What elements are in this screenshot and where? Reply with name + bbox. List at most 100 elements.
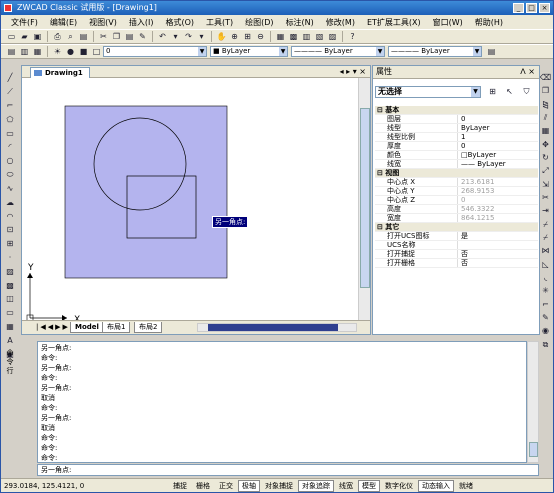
- menu-tools[interactable]: 工具(T): [206, 17, 233, 28]
- layer-manager-icon[interactable]: ▤: [6, 46, 17, 57]
- wipeout-icon[interactable]: ▭: [5, 307, 16, 319]
- rectangle-icon[interactable]: ▭: [5, 127, 16, 139]
- property-row[interactable]: 线型比例 1: [375, 133, 538, 142]
- property-row[interactable]: 厚度 0: [375, 142, 538, 151]
- break-at-point-icon[interactable]: ⌿: [540, 219, 551, 230]
- vertical-scrollbar[interactable]: [358, 78, 370, 320]
- menu-file[interactable]: 文件(F): [11, 17, 38, 28]
- help-icon[interactable]: ?: [347, 31, 358, 42]
- new-file-icon[interactable]: ▭: [6, 31, 17, 42]
- paste-icon[interactable]: ▤: [124, 31, 135, 42]
- property-value[interactable]: —— ByLayer: [458, 160, 538, 168]
- property-row[interactable]: 图层 0: [375, 115, 538, 124]
- scale-icon[interactable]: ⤢: [540, 165, 551, 176]
- undo-icon[interactable]: ↶: [157, 31, 168, 42]
- layout-nav-arrows[interactable]: |◀◀▶▶|: [36, 323, 74, 331]
- properties-match-icon[interactable]: ◉: [540, 325, 551, 336]
- table-icon[interactable]: ▦: [5, 321, 16, 333]
- construction-line-icon[interactable]: ⟋: [5, 86, 16, 98]
- zoom-previous-icon[interactable]: ⊖: [255, 31, 266, 42]
- menu-help[interactable]: 帮助(H): [475, 17, 503, 28]
- erase-icon[interactable]: ⌫: [540, 72, 551, 83]
- explode-icon[interactable]: ✳: [540, 285, 551, 296]
- chevron-down-icon[interactable]: ▼: [376, 47, 384, 56]
- draw-order-icon[interactable]: ⧉: [540, 339, 551, 350]
- property-value[interactable]: 是: [458, 232, 538, 240]
- property-category[interactable]: ⊟ 其它: [375, 223, 538, 232]
- status-toggle-button[interactable]: 对象捕捉: [261, 480, 297, 492]
- close-button[interactable]: ×: [539, 3, 550, 13]
- property-row[interactable]: 打开捕捉否: [375, 250, 538, 259]
- trim-icon[interactable]: ✂: [540, 192, 551, 203]
- properties-icon[interactable]: ▦: [275, 31, 286, 42]
- tab-drawing1[interactable]: Drawing1: [30, 67, 90, 78]
- status-toggle-button[interactable]: 数字化仪: [381, 480, 417, 492]
- region-icon[interactable]: ◫: [5, 293, 16, 305]
- design-center-icon[interactable]: ▩: [288, 31, 299, 42]
- mtext-icon[interactable]: A: [5, 334, 16, 346]
- circle-icon[interactable]: ○: [5, 155, 16, 167]
- menu-window[interactable]: 窗口(W): [433, 17, 463, 28]
- command-input[interactable]: 另一角点:: [37, 464, 539, 476]
- scroll-thumb[interactable]: [360, 108, 370, 288]
- join-icon[interactable]: ⋈: [540, 245, 551, 256]
- property-value[interactable]: ByLayer: [458, 124, 538, 132]
- move-icon[interactable]: ✥: [540, 139, 551, 150]
- match-properties-icon[interactable]: ✎: [137, 31, 148, 42]
- cut-icon[interactable]: ✂: [98, 31, 109, 42]
- chevron-down-icon[interactable]: ▼: [471, 87, 480, 97]
- fillet-icon[interactable]: ◟: [540, 272, 551, 283]
- chamfer-icon[interactable]: ◺: [540, 259, 551, 270]
- ellipse-icon[interactable]: ⬭: [5, 169, 16, 181]
- edit-polyline-icon[interactable]: ⌐: [540, 299, 551, 310]
- chevron-down-icon[interactable]: ▼: [279, 47, 287, 56]
- command-scrollbar[interactable]: [527, 341, 539, 463]
- scroll-thumb[interactable]: [529, 442, 538, 457]
- property-row[interactable]: 中心点 Y 268.9153: [375, 187, 538, 196]
- maximize-button[interactable]: □: [526, 3, 537, 13]
- menu-et-tools[interactable]: ET扩展工具(X): [367, 17, 421, 28]
- status-toggle-button[interactable]: 线宽: [335, 480, 357, 492]
- menu-draw[interactable]: 绘图(D): [245, 17, 273, 28]
- selection-select[interactable]: 无选择 ▼: [375, 86, 481, 98]
- polygon-icon[interactable]: ⬠: [5, 113, 16, 125]
- status-toggle-button[interactable]: 栅格: [192, 480, 214, 492]
- properties-controls[interactable]: ᐱ ×: [520, 66, 535, 78]
- property-value[interactable]: 546.3322: [458, 205, 538, 213]
- color-select[interactable]: ■ ByLayer ▼: [210, 46, 288, 57]
- document-controls[interactable]: ◂ ▸ ▾ ×: [340, 66, 366, 78]
- status-toggle-button[interactable]: 就绪: [455, 480, 477, 492]
- property-value[interactable]: □ByLayer: [458, 151, 538, 159]
- property-value[interactable]: 0: [458, 142, 538, 150]
- spline-icon[interactable]: ∿: [5, 183, 16, 195]
- make-block-icon[interactable]: ⊞: [5, 238, 16, 250]
- break-icon[interactable]: ⌿: [540, 232, 551, 243]
- ellipse-arc-icon[interactable]: ◠: [5, 210, 16, 222]
- property-category[interactable]: ⊟ 视图: [375, 169, 538, 178]
- menu-insert[interactable]: 插入(I): [129, 17, 154, 28]
- property-row[interactable]: 颜色 □ByLayer: [375, 151, 538, 160]
- line-icon[interactable]: ╱: [5, 72, 16, 84]
- tab-model[interactable]: Model: [70, 322, 104, 333]
- tab-layout1[interactable]: 布局1: [102, 322, 131, 333]
- array-icon[interactable]: ▦: [540, 125, 551, 136]
- extend-icon[interactable]: ⇥: [540, 205, 551, 216]
- status-toggle-button[interactable]: 动态输入: [418, 479, 454, 492]
- layer-select[interactable]: 0 ▼: [103, 46, 207, 57]
- property-row[interactable]: 线宽 —— ByLayer: [375, 160, 538, 169]
- status-toggle-button[interactable]: 捕捉: [169, 480, 191, 492]
- status-toggle-button[interactable]: 正交: [215, 480, 237, 492]
- property-value[interactable]: 213.6181: [458, 178, 538, 186]
- layer-previous-icon[interactable]: ▥: [19, 46, 30, 57]
- select-objects-icon[interactable]: ↖: [504, 86, 515, 97]
- pan-icon[interactable]: ✋: [216, 31, 227, 42]
- markup-icon[interactable]: ▨: [327, 31, 338, 42]
- status-toggle-button[interactable]: 模型: [358, 479, 380, 492]
- scroll-thumb[interactable]: [208, 324, 338, 331]
- status-toggle-button[interactable]: 极轴: [238, 479, 260, 492]
- layer-states-icon[interactable]: ▦: [32, 46, 43, 57]
- property-row[interactable]: 宽度 864.1215: [375, 214, 538, 223]
- chevron-down-icon[interactable]: ▼: [198, 47, 206, 56]
- property-row[interactable]: 线型 ByLayer: [375, 124, 538, 133]
- minimize-button[interactable]: _: [513, 3, 524, 13]
